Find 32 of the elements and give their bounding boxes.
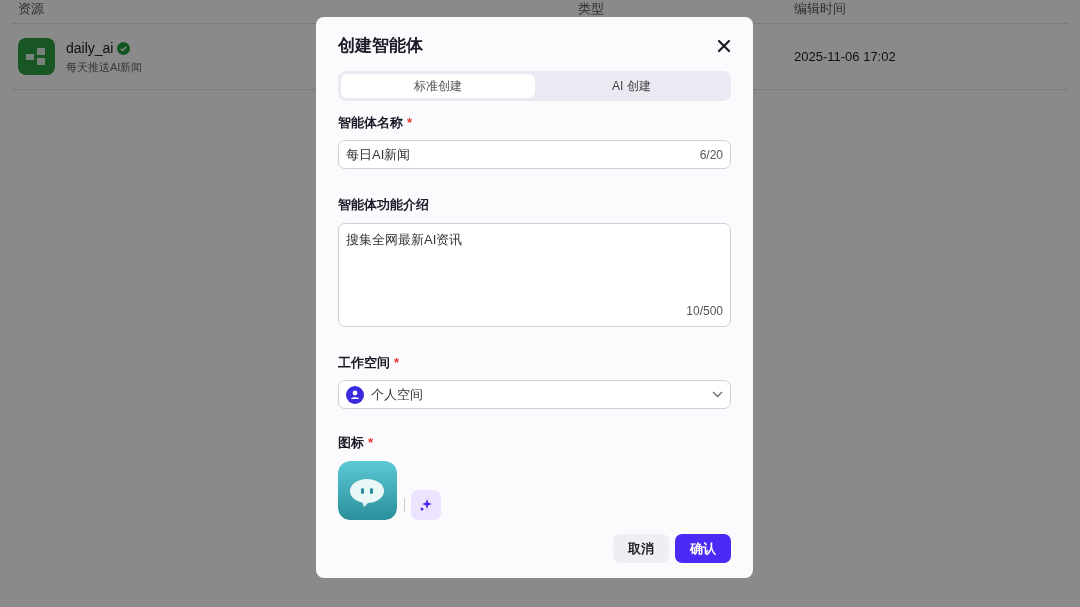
char-counter: 6/20	[699, 146, 723, 164]
close-icon[interactable]	[717, 38, 731, 53]
app-icon	[18, 38, 55, 75]
chevron-down-icon	[712, 391, 723, 398]
select-field[interactable]: 个人空间	[338, 380, 731, 409]
select-value: 个人空间	[370, 385, 424, 404]
required-mark: *	[368, 434, 374, 452]
tab[interactable]: 标准创建	[341, 73, 535, 98]
resource-description: 每天推送AI新闻	[66, 59, 143, 75]
field-label: 智能体功能介绍	[338, 196, 429, 214]
column-header: 资源	[18, 0, 44, 16]
column-header: 类型	[578, 0, 604, 16]
field-label: 工作空间	[338, 353, 390, 372]
required-mark: *	[407, 113, 413, 132]
cancel-button[interactable]: 取消	[612, 534, 669, 563]
field-label: 智能体名称	[338, 113, 403, 132]
textarea-field[interactable]: 搜集全网最新AI资讯 10/500	[338, 222, 731, 327]
textarea-input[interactable]: 搜集全网最新AI资讯	[346, 229, 723, 302]
field-label: 图标	[338, 434, 364, 452]
confirm-button[interactable]: 确认	[675, 534, 731, 563]
column-header: 编辑时间	[794, 0, 846, 16]
chat-bubble-icon[interactable]	[338, 460, 397, 520]
char-counter: 10/500	[686, 302, 723, 320]
sparkle-icon[interactable]	[411, 489, 441, 520]
tab[interactable]: AI 创建	[534, 73, 728, 98]
text-input[interactable]: 每日AI新闻	[346, 144, 700, 165]
user-icon	[346, 385, 364, 404]
text-field[interactable]: 每日AI新闻 6/20	[338, 140, 731, 169]
edit-time: 2025-11-06 17:02	[794, 48, 896, 64]
resource-name[interactable]: daily_ai	[66, 37, 114, 59]
dialog-title: 创建智能体	[338, 35, 423, 57]
required-mark: *	[394, 353, 400, 372]
